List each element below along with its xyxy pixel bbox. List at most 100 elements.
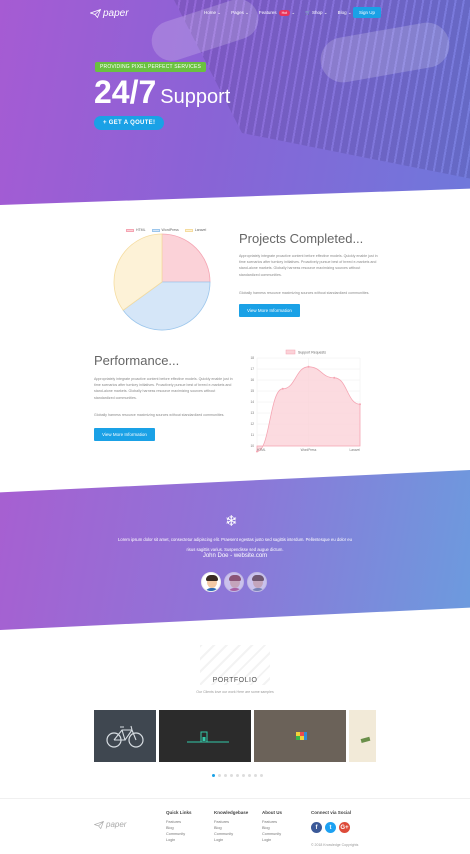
cart-icon: 🛒: [305, 10, 311, 15]
area-point: [256, 450, 258, 453]
footer-column-quick-links: Quick Links Features Blog Community Logi…: [166, 810, 192, 843]
area-legend-swatch: [285, 349, 296, 355]
avatar-hair: [206, 575, 218, 581]
hero-section: [0, 0, 470, 205]
rubiks-cube-icon: [296, 732, 307, 740]
portfolio-subtitle: Our Clients love our work Here are some …: [196, 690, 274, 694]
avatar-hair: [252, 575, 264, 581]
footer-link[interactable]: Login: [262, 837, 282, 843]
x-tick-label: WordPress: [301, 448, 317, 452]
pie-legend: HTML WordPress Laravel: [126, 228, 206, 232]
chevron-down-icon: ⌄: [245, 10, 249, 15]
footer-column-title: Knowledgebase: [214, 810, 249, 815]
portfolio-item[interactable]: [349, 710, 376, 762]
avatar[interactable]: [201, 572, 221, 592]
legend-label: HTML: [136, 228, 146, 232]
legend-swatch: [184, 228, 193, 232]
y-tick-label: 14: [250, 400, 254, 404]
hero-badge: PROVIDING PIXEL PERFECT SERVICES: [95, 62, 207, 72]
nav-home-label: Home: [204, 10, 217, 15]
nav-home[interactable]: Home ⌄: [204, 10, 221, 16]
get-quote-button[interactable]: + GET A QOUTE!: [94, 116, 165, 130]
facebook-icon[interactable]: f: [311, 822, 322, 833]
nav-shop[interactable]: 🛒 Shop ⌄: [305, 10, 327, 16]
carousel-dot[interactable]: [242, 774, 245, 777]
carousel-dot[interactable]: [260, 774, 263, 777]
projects-title: Projects Completed...: [239, 231, 364, 246]
projects-paragraph-2: Globally harness resource maximizing sou…: [239, 291, 370, 295]
nav-blog-label: Blog: [337, 10, 347, 15]
carousel-dot[interactable]: [212, 774, 215, 777]
avatar-hair: [229, 575, 241, 581]
battery-icon: [187, 731, 229, 743]
copyright-text: © 2018 Knowledge Copyrights: [311, 843, 359, 847]
portfolio-item[interactable]: [94, 710, 156, 762]
performance-info-button[interactable]: View More Information: [94, 428, 155, 441]
chevron-down-icon: ⌄: [217, 10, 222, 15]
carousel-dot[interactable]: [254, 774, 257, 777]
twitter-glyph: t: [329, 824, 332, 831]
footer-column-title: Quick Links: [166, 810, 192, 815]
y-tick-label: 18: [250, 356, 254, 360]
carousel-dot[interactable]: [230, 774, 233, 777]
portfolio-title: PORTFOLIO: [212, 677, 258, 684]
carousel-dot[interactable]: [224, 774, 227, 777]
pie-slice-html: [161, 233, 211, 283]
y-tick-label: 13: [250, 411, 254, 415]
y-tick-label: 15: [250, 389, 254, 393]
carousel-dot[interactable]: [236, 774, 239, 777]
hero-title: 24/7 Support: [94, 74, 230, 111]
area-legend-label: Support Requests: [298, 351, 326, 355]
facebook-glyph: f: [315, 824, 318, 831]
paper-plane-icon: [94, 820, 104, 829]
footer-column-title: About Us: [262, 810, 282, 815]
hot-badge: Hot: [278, 10, 291, 16]
performance-paragraph-2: Globally harness resource maximizing sou…: [94, 413, 225, 417]
y-tick-label: 16: [250, 378, 254, 382]
legend-label: WordPress: [161, 228, 179, 232]
google-plus-icon[interactable]: G+: [339, 822, 350, 833]
portfolio-item[interactable]: [159, 710, 251, 762]
footer-logo[interactable]: paper: [94, 820, 126, 829]
y-tick-label: 10: [250, 444, 254, 448]
footer-column-social: Connect via Social: [311, 810, 351, 819]
nav-pages[interactable]: Pages ⌄: [231, 10, 249, 16]
nav-features-label: Features: [258, 10, 277, 15]
testimonial-author: John Doe - website.com: [202, 553, 268, 559]
area-point: [359, 403, 361, 406]
legend-swatch: [126, 228, 134, 232]
projects-info-button[interactable]: View More Information: [239, 304, 300, 317]
area-series-support-requests: [256, 366, 361, 452]
carousel-dot[interactable]: [218, 774, 221, 777]
carousel-dot[interactable]: [248, 774, 251, 777]
footer-brand-name: paper: [106, 820, 127, 829]
legend-item-wordpress: WordPress: [151, 228, 179, 232]
y-tick-label: 12: [250, 422, 254, 426]
footer-link[interactable]: Login: [214, 837, 248, 843]
hero-title-small: Support: [160, 86, 231, 108]
chevron-down-icon: ⌄: [291, 10, 296, 15]
brand-name: paper: [103, 8, 129, 19]
legend-item-laravel: Laravel: [184, 228, 206, 232]
chevron-down-icon: ⌄: [347, 10, 352, 15]
nav-blog[interactable]: Blog ⌄: [338, 10, 352, 16]
legend-swatch: [151, 228, 160, 232]
bicycle-icon: [106, 725, 144, 748]
avatar[interactable]: [247, 572, 267, 592]
footer-column-about-us: About Us Features Blog Community Login: [262, 810, 282, 843]
pie-slice-wordpress: [122, 281, 211, 331]
testimonial-text: Lorem ipsum dolor sit amet, consectetur …: [118, 537, 352, 552]
avatar[interactable]: [224, 572, 244, 592]
signup-button[interactable]: Sign Up: [353, 7, 382, 18]
brand-logo[interactable]: paper: [90, 8, 129, 19]
google-plus-glyph: G+: [340, 824, 349, 831]
footer-link[interactable]: Login: [166, 837, 192, 843]
portfolio-item[interactable]: [254, 710, 346, 762]
x-tick-label: Laravel: [350, 448, 361, 452]
nav-features[interactable]: Features Hot ⌄: [259, 10, 295, 16]
projects-paragraph: Appropriately integrate proactive conten…: [239, 254, 378, 277]
twitter-icon[interactable]: t: [325, 822, 336, 833]
area-point: [333, 376, 336, 379]
snowflake-icon: ❄: [225, 513, 238, 530]
x-tick-label: HTML: [257, 448, 266, 452]
